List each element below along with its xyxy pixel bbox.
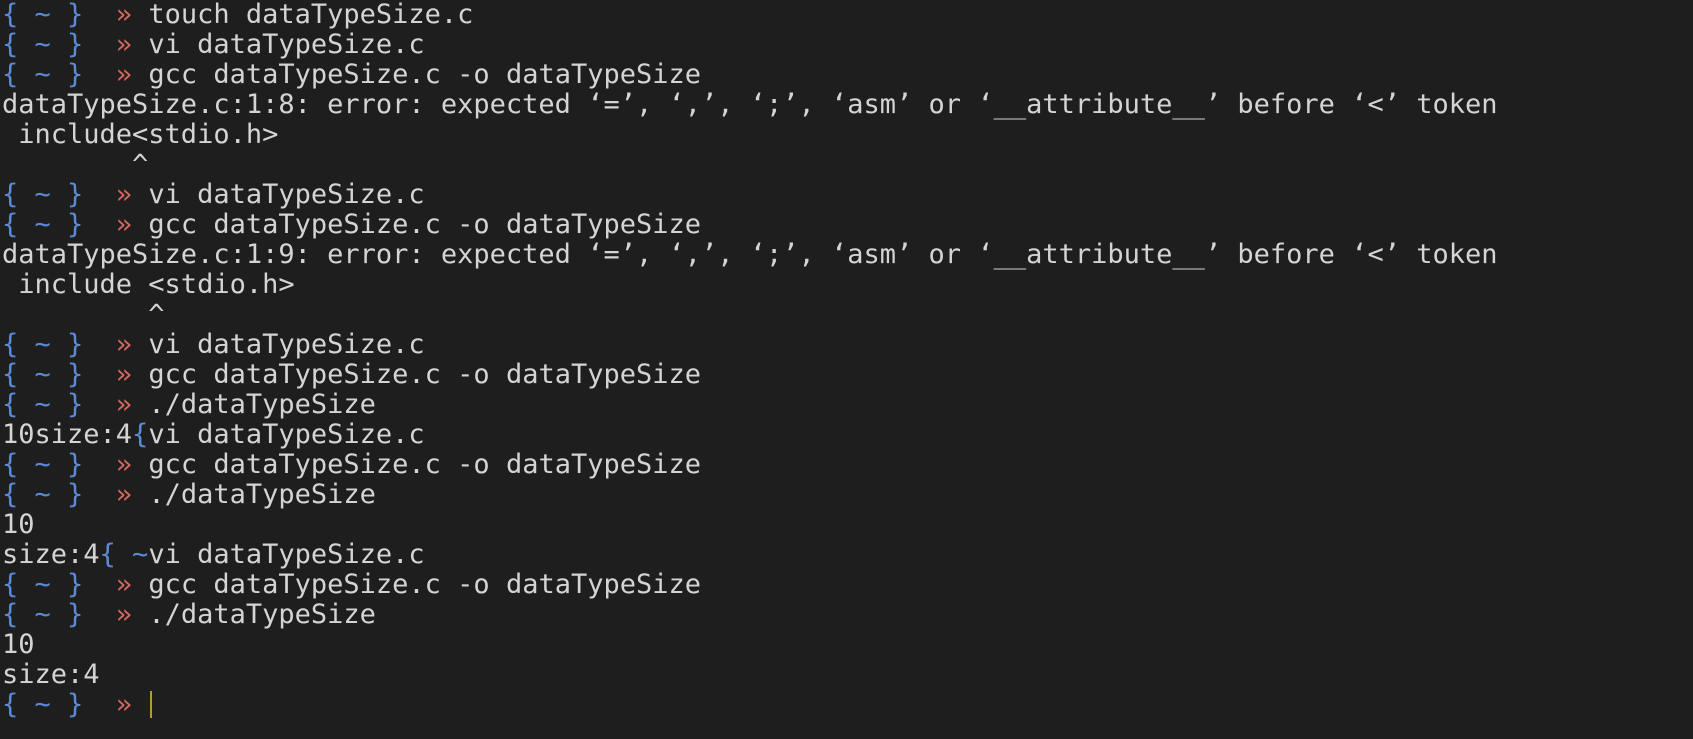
command-line: { ~ } » gcc dataTypeSize.c -o dataTypeSi… <box>2 360 1693 390</box>
prompt-arrow: » <box>115 389 133 420</box>
output-line: ^ <box>2 150 1693 180</box>
prompt-directory: { ~ } <box>2 29 84 60</box>
command-line: { ~ } » ./dataTypeSize <box>2 480 1693 510</box>
command-text: vi dataTypeSize.c <box>148 539 425 570</box>
command-line: { ~ } » vi dataTypeSize.c <box>2 30 1693 60</box>
prompt-arrow: » <box>115 0 133 30</box>
prompt-arrow: » <box>115 329 133 360</box>
prompt-directory: { ~ } <box>2 449 84 480</box>
prompt-directory: { ~ } <box>2 569 84 600</box>
command-text: vi dataTypeSize.c <box>148 179 425 210</box>
output-text: size:4 <box>2 659 100 690</box>
prompt-arrow: » <box>115 209 133 240</box>
prompt-arrow: » <box>115 479 133 510</box>
command-text: gcc dataTypeSize.c -o dataTypeSize <box>148 569 702 600</box>
output-text: include <stdio.h> <box>2 269 295 300</box>
prompt-arrow: » <box>115 569 133 600</box>
prompt-fragment: { <box>132 419 149 450</box>
text-cursor[interactable] <box>150 691 153 718</box>
command-line: { ~ } » vi dataTypeSize.c <box>2 330 1693 360</box>
prompt-arrow: » <box>115 449 133 480</box>
output-text: size:4 <box>2 539 100 570</box>
output-text: dataTypeSize.c:1:8: error: expected ‘=’,… <box>2 89 1498 120</box>
prompt-directory: { ~ } <box>2 599 84 630</box>
terminal-window[interactable]: { ~ } » touch dataTypeSize.c{ ~ } » vi d… <box>0 0 1693 739</box>
output-line: ^ <box>2 300 1693 330</box>
output-line: size:4 <box>2 660 1693 690</box>
output-text: ^ <box>2 299 165 330</box>
prompt-arrow: » <box>115 599 133 630</box>
prompt-directory: { ~ } <box>2 689 84 720</box>
prompt-directory: { ~ } <box>2 209 84 240</box>
output-line: dataTypeSize.c:1:8: error: expected ‘=’,… <box>2 90 1693 120</box>
output-line: include <stdio.h> <box>2 270 1693 300</box>
command-text: gcc dataTypeSize.c -o dataTypeSize <box>148 209 702 240</box>
command-line: { ~ } » ./dataTypeSize <box>2 600 1693 630</box>
command-line: { ~ } » ./dataTypeSize <box>2 390 1693 420</box>
prompt-arrow: » <box>115 59 133 90</box>
prompt-directory: { ~ } <box>2 59 84 90</box>
prompt-fragment: { ~ <box>99 539 149 570</box>
command-text: gcc dataTypeSize.c -o dataTypeSize <box>148 359 702 390</box>
command-text: ./dataTypeSize <box>148 389 376 420</box>
command-line: { ~ } » gcc dataTypeSize.c -o dataTypeSi… <box>2 570 1693 600</box>
command-line: { ~ } » gcc dataTypeSize.c -o dataTypeSi… <box>2 60 1693 90</box>
prompt-directory: { ~ } <box>2 359 84 390</box>
output-text: ^ <box>2 149 149 180</box>
command-text: vi dataTypeSize.c <box>148 29 425 60</box>
command-line: { ~ } » touch dataTypeSize.c <box>2 0 1693 30</box>
output-line: include<stdio.h> <box>2 120 1693 150</box>
output-and-command-line: size:4{ ~vi dataTypeSize.c <box>2 540 1693 570</box>
output-line: 10 <box>2 630 1693 660</box>
command-text: gcc dataTypeSize.c -o dataTypeSize <box>148 449 702 480</box>
output-line: dataTypeSize.c:1:9: error: expected ‘=’,… <box>2 240 1693 270</box>
prompt-directory: { ~ } <box>2 389 84 420</box>
prompt-directory: { ~ } <box>2 479 84 510</box>
output-text: 10size:4 <box>2 419 133 450</box>
active-prompt-line: { ~ } » <box>2 690 1693 720</box>
output-text: include<stdio.h> <box>2 119 279 150</box>
output-line: 10 <box>2 510 1693 540</box>
output-text: dataTypeSize.c:1:9: error: expected ‘=’,… <box>2 239 1498 270</box>
output-text: 10 <box>2 509 35 540</box>
prompt-arrow: » <box>115 29 133 60</box>
command-text: touch dataTypeSize.c <box>148 0 474 30</box>
command-line: { ~ } » gcc dataTypeSize.c -o dataTypeSi… <box>2 450 1693 480</box>
command-line: { ~ } » gcc dataTypeSize.c -o dataTypeSi… <box>2 210 1693 240</box>
command-text: vi dataTypeSize.c <box>148 419 425 450</box>
output-and-command-line: 10size:4{vi dataTypeSize.c <box>2 420 1693 450</box>
command-text: vi dataTypeSize.c <box>148 329 425 360</box>
prompt-directory: { ~ } <box>2 0 84 30</box>
command-text: ./dataTypeSize <box>148 599 376 630</box>
command-text: ./dataTypeSize <box>148 479 376 510</box>
prompt-arrow: » <box>115 359 133 390</box>
prompt-directory: { ~ } <box>2 329 84 360</box>
command-text: gcc dataTypeSize.c -o dataTypeSize <box>148 59 702 90</box>
prompt-arrow: » <box>115 689 133 720</box>
prompt-arrow: » <box>115 179 133 210</box>
output-text: 10 <box>2 629 35 660</box>
prompt-directory: { ~ } <box>2 179 84 210</box>
command-line: { ~ } » vi dataTypeSize.c <box>2 180 1693 210</box>
